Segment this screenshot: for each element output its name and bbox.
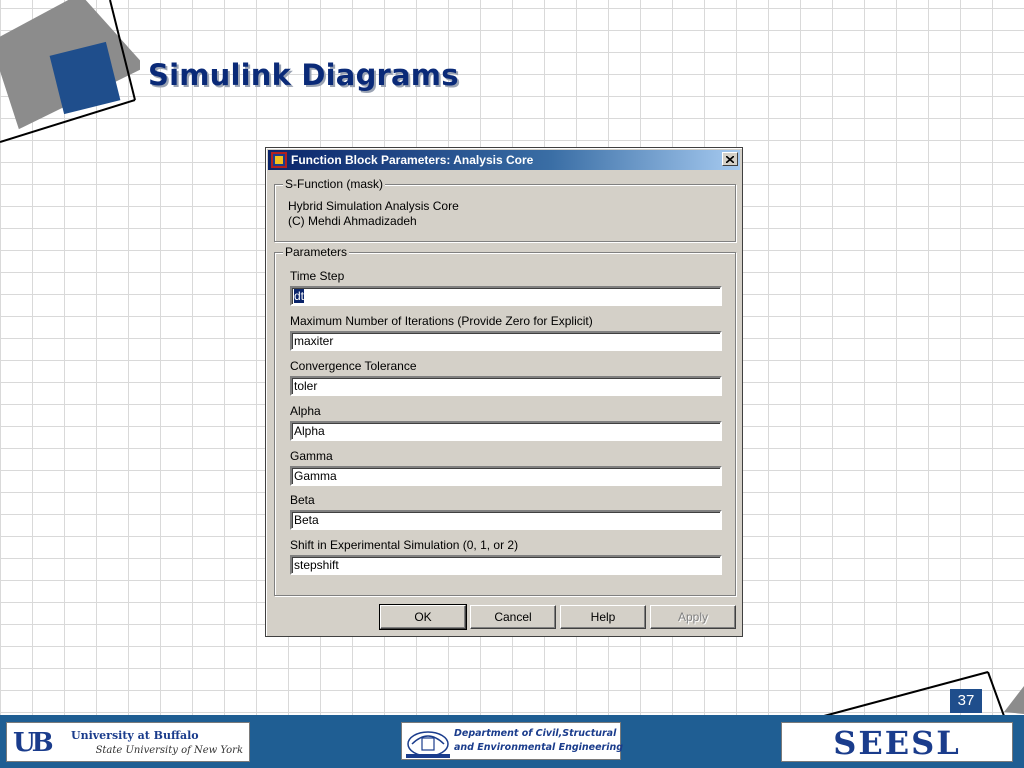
step-shift-input[interactable]: stepshift [290,555,722,575]
alpha-input[interactable]: Alpha [290,421,722,441]
gamma-label: Gamma [290,449,333,463]
page-number: 37 [950,689,982,713]
mask-copyright-line: (C) Mehdi Ahmadizadeh [288,214,417,228]
time-step-value: dt [294,289,305,303]
ok-button[interactable]: OK [379,604,467,630]
close-icon [726,155,734,163]
max-iterations-input[interactable]: maxiter [290,331,722,351]
time-step-label: Time Step [290,269,345,283]
mask-description-group: S-Function (mask) Hybrid Simulation Anal… [274,177,736,242]
ub-mark: UB [13,728,54,758]
apply-button: Apply [650,605,736,629]
step-shift-label: Shift in Experimental Simulation (0, 1, … [290,538,519,552]
university-at-buffalo-logo: UB University at Buffalo State Universit… [6,722,250,762]
close-button[interactable] [722,152,738,166]
help-button[interactable]: Help [560,605,646,629]
department-name-line-1: Department of Civil,Structural [454,728,617,739]
dialog-titlebar[interactable]: Function Block Parameters: Analysis Core [268,150,740,170]
department-name-line-2: and Environmental Engineering [454,742,624,753]
ub-name: University at Buffalo [71,729,199,742]
cancel-button[interactable]: Cancel [470,605,556,629]
gamma-input[interactable]: Gamma [290,466,722,486]
beta-label: Beta [290,493,315,507]
corner-decoration [0,0,140,143]
convergence-tolerance-label: Convergence Tolerance [290,359,417,373]
ub-subtitle: State University of New York [95,745,243,756]
function-block-parameters-dialog: Function Block Parameters: Analysis Core… [265,147,743,637]
mask-description-line: Hybrid Simulation Analysis Core [288,199,459,213]
seesl-wordmark: SEESL [833,724,961,762]
seesl-logo: SEESL [781,722,1013,762]
time-step-input[interactable]: dt [290,286,722,306]
dialog-title: Function Block Parameters: Analysis Core [291,153,534,167]
corner-decoration-bottom [823,671,1024,717]
max-iterations-label: Maximum Number of Iterations (Provide Ze… [290,314,593,328]
department-logo: Department of Civil,Structural and Envir… [401,722,624,760]
mask-group-legend: S-Function (mask) [283,177,386,191]
alpha-label: Alpha [290,404,321,418]
department-emblem-icon [406,731,450,758]
simulink-block-icon [271,152,287,168]
slide-title: Simulink Diagrams [148,58,459,92]
parameters-group-legend: Parameters [283,245,350,259]
convergence-tolerance-input[interactable]: toler [290,376,722,396]
beta-input[interactable]: Beta [290,510,722,530]
parameters-group: Parameters Time Step dt Maximum Number o… [274,245,736,596]
